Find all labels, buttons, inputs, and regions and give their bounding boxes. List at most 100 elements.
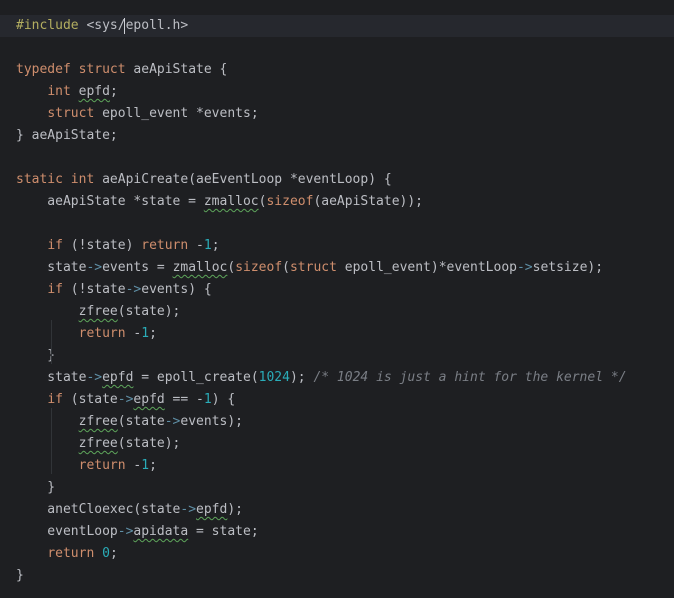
code-line-text: return 0; <box>16 543 118 565</box>
code-line[interactable]: typedef struct aeApiState { <box>0 59 674 81</box>
code-token: - <box>188 238 204 253</box>
code-token-misspelled: epfd <box>102 370 134 385</box>
code-line-text: struct epoll_event *events; <box>16 103 259 125</box>
code-token: epoll_event *events; <box>94 106 259 121</box>
code-line[interactable]: zfree(state); <box>0 301 674 323</box>
code-line-text: int epfd; <box>16 81 118 103</box>
code-token: -> <box>125 282 142 297</box>
code-token: #include <box>16 18 79 33</box>
code-line-text: #include <sys/epoll.h> <box>16 15 188 37</box>
code-line[interactable]: if (!state->events) { <box>0 279 674 301</box>
code-token-misspelled: zmalloc <box>203 194 259 209</box>
code-token: typedef <box>16 62 71 77</box>
code-token: ; <box>109 546 118 561</box>
code-line-text: } <box>16 345 55 367</box>
code-token: int <box>70 172 95 187</box>
code-token: <sys/epoll.h> <box>78 18 189 33</box>
code-line-text: state->epfd = epoll_create(1024); /* 102… <box>16 367 626 389</box>
code-token: events) { <box>141 282 212 297</box>
code-token: aeApiState *state = <box>16 194 204 209</box>
code-token: anetCloexec(state <box>16 502 181 517</box>
code-line[interactable] <box>0 213 674 235</box>
code-line-text: if (state->epfd == -1) { <box>16 389 235 411</box>
code-line-text: if (!state->events) { <box>16 279 212 301</box>
code-line[interactable]: } <box>0 477 674 499</box>
code-token: (state <box>62 392 118 407</box>
code-line-text: eventLoop->apidata = state; <box>16 521 258 543</box>
code-line-text: typedef struct aeApiState { <box>16 59 227 81</box>
code-editor[interactable]: } return 0; eventLoop->apidata = state; … <box>0 0 674 598</box>
code-line[interactable]: struct epoll_event *events; <box>0 103 674 125</box>
code-line[interactable]: if (!state) return -1; <box>0 235 674 257</box>
code-line[interactable]: #include <sys/epoll.h> <box>0 15 674 37</box>
code-token: events); <box>180 414 244 429</box>
code-line[interactable]: state->events = zmalloc(sizeof(struct ep… <box>0 257 674 279</box>
code-line[interactable] <box>0 147 674 169</box>
code-line[interactable]: return -1; <box>0 323 674 345</box>
code-token: -> <box>117 524 134 539</box>
code-token: aeApiCreate(aeEventLoop *eventLoop) { <box>94 172 392 187</box>
code-token: return <box>141 238 189 253</box>
code-token: (state); <box>117 436 181 451</box>
indent-guide <box>51 408 52 474</box>
code-token: -> <box>86 370 103 385</box>
code-line-text: state->events = zmalloc(sizeof(struct ep… <box>16 257 603 279</box>
code-token: static <box>16 172 63 187</box>
code-line[interactable]: } <box>0 565 674 587</box>
text-caret <box>124 18 125 34</box>
code-token: ); <box>289 370 314 385</box>
code-token-misspelled: zfree <box>78 436 118 451</box>
code-token: state <box>16 260 87 275</box>
code-line-text: static int aeApiCreate(aeEventLoop *even… <box>16 169 392 191</box>
code-line[interactable]: } aeApiState; <box>0 125 674 147</box>
code-line[interactable] <box>0 37 674 59</box>
code-token: (!state) <box>62 238 142 253</box>
code-line[interactable]: state->epfd = epoll_create(1024); /* 102… <box>0 367 674 389</box>
code-line[interactable]: int epfd; <box>0 81 674 103</box>
code-token: struct <box>47 106 95 121</box>
code-line-text: aeApiState *state = zmalloc(sizeof(aeApi… <box>16 191 423 213</box>
code-line[interactable]: eventLoop->apidata = state; <box>0 521 674 543</box>
code-line[interactable]: static int aeApiCreate(aeEventLoop *even… <box>0 169 674 191</box>
code-token-misspelled: zmalloc <box>172 260 228 275</box>
code-token: ( <box>227 260 236 275</box>
code-token: (state); <box>117 304 181 319</box>
code-line[interactable]: zfree(state->events); <box>0 411 674 433</box>
code-token: 1024 <box>258 370 290 385</box>
code-line[interactable]: } <box>0 345 674 367</box>
code-token: } <box>16 348 56 363</box>
code-line-text: } <box>16 477 55 499</box>
code-token: ) { <box>211 392 236 407</box>
code-line-text: zfree(state); <box>16 433 181 455</box>
code-line[interactable]: return 0; <box>0 543 674 565</box>
code-token: (state <box>117 414 165 429</box>
code-token-misspelled: epfd <box>133 392 165 407</box>
code-token: return <box>78 326 126 341</box>
code-token: events = <box>102 260 173 275</box>
code-token: ; <box>109 84 118 99</box>
code-line-text: if (!state) return -1; <box>16 235 220 257</box>
code-token: } <box>16 568 24 583</box>
code-line[interactable]: aeApiState *state = zmalloc(sizeof(aeApi… <box>0 191 674 213</box>
code-line[interactable]: anetCloexec(state->epfd); <box>0 499 674 521</box>
code-token: ; <box>211 238 220 253</box>
code-token: -> <box>86 260 103 275</box>
code-line[interactable]: zfree(state); <box>0 433 674 455</box>
code-line[interactable]: return -1; <box>0 455 674 477</box>
code-token: epoll_event)*eventLoop <box>336 260 517 275</box>
code-token: ; <box>149 458 157 473</box>
code-token: = epoll_create( <box>133 370 259 385</box>
code-token: state <box>16 370 87 385</box>
code-token: (aeApiState)); <box>313 194 424 209</box>
code-line[interactable]: if (state->epfd == -1) { <box>0 389 674 411</box>
